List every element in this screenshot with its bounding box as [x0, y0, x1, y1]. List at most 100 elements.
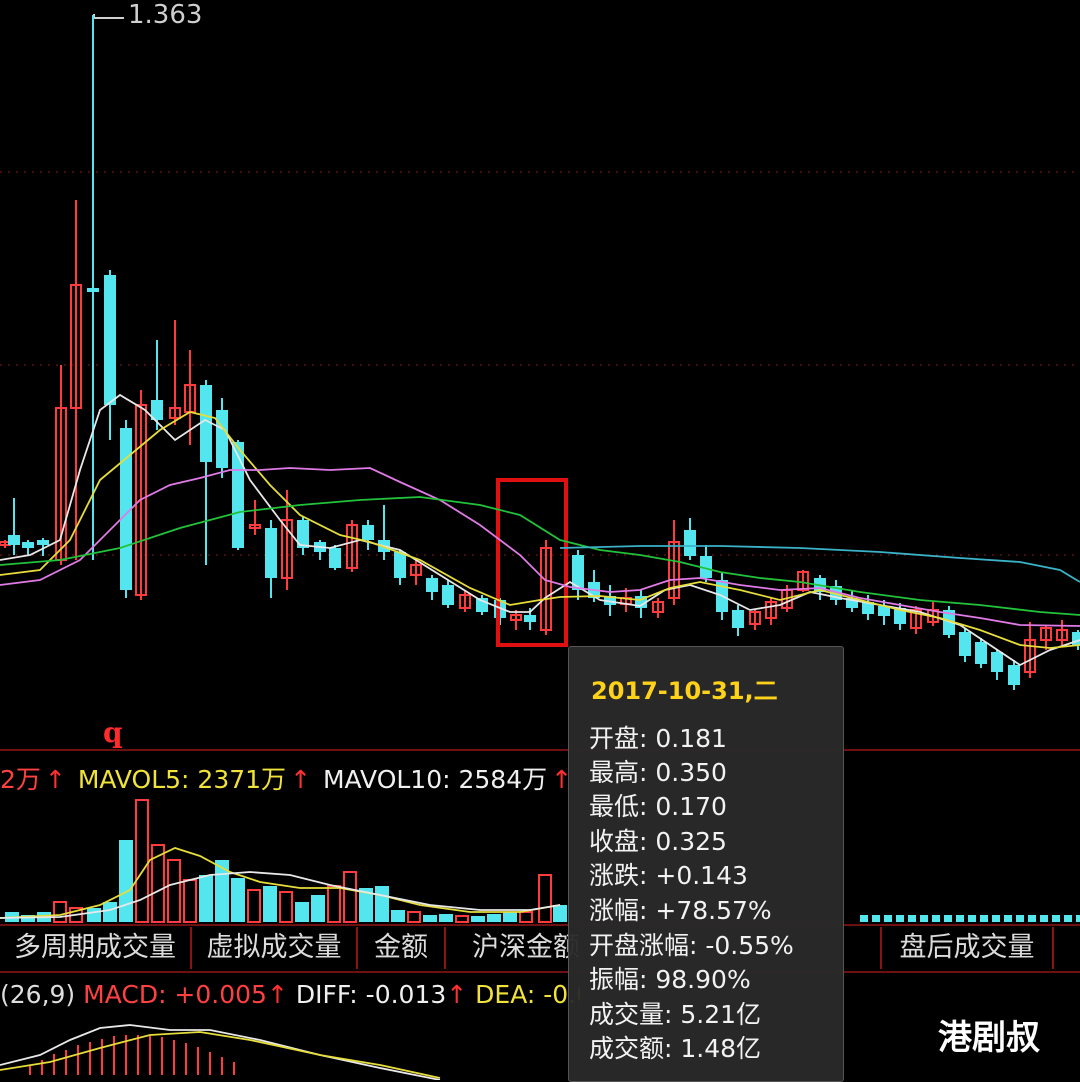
volume-bar	[1040, 915, 1048, 922]
volume-bar	[1076, 915, 1080, 922]
volume-bar	[920, 915, 928, 922]
volume-bar	[503, 912, 517, 922]
tooltip-open: 开盘: 0.181	[589, 724, 727, 753]
volume-bar	[956, 915, 964, 922]
volume-bar	[391, 910, 405, 922]
tooltip-volume: 成交量: 5.21亿	[589, 1000, 762, 1029]
volume-bar	[553, 905, 567, 922]
max-price-pointer	[93, 14, 124, 19]
event-marker[interactable]: q	[103, 716, 123, 749]
candle-body	[991, 652, 1003, 672]
stock-chart-canvas[interactable]	[0, 0, 1080, 1080]
candle-body	[362, 525, 374, 540]
volume-bar	[1004, 915, 1012, 922]
macd-arrow: ↑	[266, 980, 288, 1009]
volume-bar	[215, 860, 229, 922]
candle-body	[975, 642, 987, 664]
tooltip-change: 涨跌: +0.143	[589, 861, 748, 890]
candle-body	[22, 542, 34, 548]
volume-bar	[1064, 915, 1072, 922]
macd-indicator-header: (26,9) MACD: +0.005↑ DIFF: -0.013↑ DEA: …	[0, 980, 580, 1014]
candle-body	[8, 535, 20, 545]
candle-body	[442, 585, 454, 605]
volume-bar	[944, 915, 952, 922]
candle-body	[216, 410, 228, 468]
volume-bar	[1052, 915, 1060, 922]
volume-bar	[439, 914, 453, 922]
volume-bar	[311, 895, 325, 922]
tooltip-date: 2017-10-31,二	[591, 677, 778, 705]
volume-indicator-header: 2万 ↑ MAVOL5: 2371万 ↑ MAVOL10: 2584万 ↑	[0, 760, 580, 794]
volume-bar	[167, 859, 181, 923]
tab-after-hours-volume[interactable]: 盘后成交量	[880, 927, 1054, 969]
diff-arrow: ↑	[446, 980, 468, 1009]
volume-bar	[980, 915, 988, 922]
price-candles	[0, 15, 1080, 690]
volume-bar	[423, 915, 437, 922]
candle-body	[1008, 665, 1020, 685]
mavol10-value: MAVOL10: 2584万	[322, 765, 548, 794]
candle-body	[959, 632, 971, 656]
max-price-label: 1.363	[128, 0, 203, 30]
tab-virtual-volume[interactable]: 虚拟成交量	[192, 927, 358, 969]
volume-bar	[407, 911, 421, 923]
dea-value: DEA: -0.0	[475, 980, 580, 1009]
volume-bar	[896, 915, 904, 922]
volume-bars	[0, 799, 1080, 923]
watermark: 港剧叔	[938, 1018, 1040, 1058]
volume-bar	[519, 911, 533, 923]
volume-bar	[471, 916, 485, 922]
price-grid	[0, 14, 1080, 973]
candle-body	[329, 548, 341, 568]
candle-body	[394, 552, 406, 578]
candle-body	[37, 540, 49, 545]
volume-bar	[1028, 915, 1036, 922]
volume-bar	[860, 915, 868, 922]
macd-lines	[0, 1024, 441, 1080]
volume-bar	[932, 915, 940, 922]
candle-body	[87, 288, 99, 292]
volume-bar	[295, 902, 309, 922]
macd-value: MACD: +0.005	[83, 980, 267, 1009]
volume-bar	[992, 915, 1000, 922]
candle-body	[524, 615, 536, 622]
candle-body	[265, 528, 277, 578]
candle-body	[104, 275, 116, 405]
tab-amount[interactable]: 金额	[358, 927, 446, 969]
volume-bar	[327, 885, 341, 923]
volume-bar	[119, 840, 133, 922]
volume-bar	[487, 914, 501, 922]
candle-body	[684, 530, 696, 556]
tooltip-open-change: 开盘涨幅: -0.55%	[589, 931, 794, 960]
volume-bar	[87, 908, 101, 922]
tab-multi-period-volume[interactable]: 多周期成交量	[0, 927, 192, 969]
volume-bar	[263, 886, 277, 922]
candle-body	[426, 578, 438, 592]
volume-bar	[103, 902, 117, 922]
indicator-tabs: 多周期成交量 虚拟成交量 金额 沪深金额 盘后成交量	[0, 927, 1080, 971]
volume-bar	[884, 915, 892, 922]
vol-value: 2万	[0, 765, 41, 794]
volume-bar	[872, 915, 880, 922]
tooltip-amplitude: 振幅: 98.90%	[589, 965, 751, 994]
volume-bar	[343, 871, 357, 923]
volume-bar	[968, 915, 976, 922]
tooltip-low: 最低: 0.170	[589, 792, 727, 821]
mavol5-arrow: ↑	[290, 765, 312, 794]
volume-bar	[183, 879, 197, 923]
tooltip-close: 收盘: 0.325	[589, 827, 727, 856]
tooltip-change-pct: 涨幅: +78.57%	[589, 896, 772, 925]
candle-info-tooltip: 2017-10-31,二 开盘: 0.181 最高: 0.350 最低: 0.1…	[568, 646, 844, 1082]
vol-arrow: ↑	[44, 765, 66, 794]
macd-params: (26,9)	[0, 980, 76, 1009]
volume-bar	[231, 878, 245, 922]
volume-bar	[375, 886, 389, 922]
diff-value: DIFF: -0.013	[295, 980, 447, 1009]
candle-body	[732, 610, 744, 628]
volume-bar	[135, 799, 149, 923]
volume-bar	[455, 915, 469, 923]
volume-bar	[1016, 915, 1024, 922]
tooltip-high: 最高: 0.350	[589, 758, 727, 787]
volume-bar	[53, 901, 67, 923]
volume-bar	[908, 915, 916, 922]
